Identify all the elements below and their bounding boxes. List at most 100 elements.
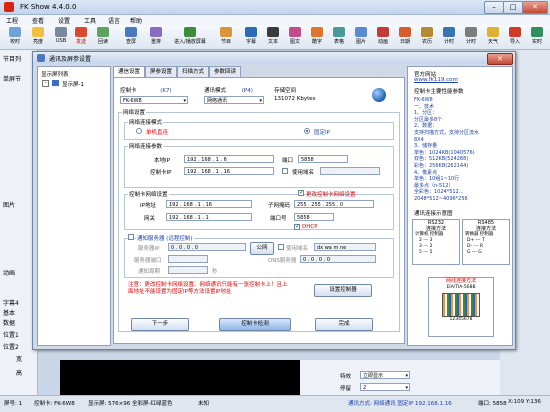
toolbar: 校时 亮度 USB 发送 回读 查屏 重排 进入/播放屏幕 节目 字幕 文本 图…: [0, 25, 550, 50]
toolbar-subtitle[interactable]: 字幕: [240, 27, 262, 47]
server-port-field[interactable]: [168, 255, 208, 263]
card-select[interactable]: FK-6W8: [120, 96, 188, 105]
toolbar-import[interactable]: 导入: [504, 27, 526, 47]
info-lines: FK-6W8 一、技术 1、分区： 分区最多8个 2、数据： 支持扫描方式，支持…: [414, 97, 510, 203]
server-ip-label: 服务器IP: [138, 246, 160, 252]
toolbar-image-text[interactable]: 图文: [284, 27, 306, 47]
left-label-animation: 动画: [3, 270, 16, 277]
tree-expand-icon[interactable]: -: [42, 80, 49, 87]
toolbar-table[interactable]: 表格: [328, 27, 350, 47]
effect-select[interactable]: 立即显示: [360, 371, 410, 380]
toolbar-send[interactable]: 发送: [70, 27, 92, 47]
lunar-icon: [421, 27, 433, 37]
remote-checkbox[interactable]: [128, 234, 134, 240]
next-button[interactable]: 下一步: [131, 318, 189, 331]
use-domain2-checkbox[interactable]: [278, 244, 284, 250]
fixed-ip-radio[interactable]: [304, 128, 310, 134]
left-label-position2: 位置2: [3, 344, 19, 351]
rs232-title: RS232 连接方法: [425, 220, 446, 232]
set-controller-button[interactable]: 设置控制器: [314, 284, 372, 297]
maximize-button[interactable]: □: [503, 1, 523, 14]
bulb-icon: [32, 27, 44, 37]
gateway-field[interactable]: 192 . 168 . 1 . 1: [166, 213, 252, 221]
comm-settings-dialog: 通讯及屏参设置 ✕ 显示屏列表 - 显示屏-1 通信设置 屏参设置 扫描方式 参…: [32, 51, 516, 350]
app-icon: [4, 2, 14, 12]
menu-view[interactable]: 查看: [32, 16, 44, 25]
toolbar-usb[interactable]: USB: [50, 27, 72, 47]
toolbar-readback[interactable]: 回读: [92, 27, 114, 47]
tree-item-screen-1[interactable]: 显示屏-1: [62, 80, 84, 88]
toolbar-counter[interactable]: 计时: [460, 27, 482, 47]
port-field[interactable]: 5858: [298, 155, 348, 163]
info-line: 彩色：256KB(262144): [414, 162, 469, 169]
toolbar-realtime[interactable]: 实时: [526, 27, 548, 47]
minimize-button[interactable]: –: [484, 1, 504, 14]
toolbar-picture[interactable]: 图片: [350, 27, 372, 47]
menu-language[interactable]: 语言: [108, 16, 120, 25]
done-button[interactable]: 完成: [315, 318, 373, 331]
toolbar-cool-font[interactable]: 酷字: [306, 27, 328, 47]
toolbar-enter-play[interactable]: 进入/播放屏幕: [172, 27, 208, 47]
toolbar-weather[interactable]: 天气: [482, 27, 504, 47]
left-label-width: 宽: [16, 356, 23, 363]
play-icon: [184, 27, 196, 37]
tab-scan-mode[interactable]: 扫描方式: [177, 66, 209, 77]
info-line: 2048*512~4096*256: [414, 195, 468, 202]
port-label: 端口: [282, 158, 294, 164]
info-line: 2、数据：: [414, 123, 438, 130]
toolbar-program[interactable]: 节目: [215, 27, 237, 47]
port2-label: 端口号: [270, 216, 287, 222]
info-line: 单色：10组1~10行: [414, 176, 460, 183]
dhcp-checkbox[interactable]: [294, 223, 300, 230]
mask-label: 子网掩码: [268, 203, 291, 209]
toolbar-animation[interactable]: 动画: [372, 27, 394, 47]
screen-tree: 显示屏列表 - 显示屏-1: [37, 66, 111, 346]
toolbar-check-screen[interactable]: 查屏: [120, 27, 142, 47]
menu-help[interactable]: 帮助: [130, 16, 142, 25]
stopwatch-icon: [465, 27, 477, 37]
usb-icon: [55, 27, 67, 37]
info-url[interactable]: www.fk119.com: [414, 77, 458, 83]
close-button[interactable]: ✕: [522, 1, 548, 14]
server-ip-field[interactable]: 0 . 0 . 0 . 0: [168, 243, 246, 251]
public-button[interactable]: 公网: [250, 242, 274, 255]
toolbar-rearrange[interactable]: 重排: [145, 27, 167, 47]
tab-param-readback[interactable]: 参数回读: [209, 66, 241, 77]
toolbar-lunar[interactable]: 农历: [416, 27, 438, 47]
local-ip-field[interactable]: 192 . 168 . 1 . 6: [184, 155, 274, 163]
warning-text: 注意：更改控制卡网络设置、网络通讯只能有一张控制卡上！且上面地址不能设置为固定I…: [128, 282, 288, 295]
toolbar-date[interactable]: 日期: [394, 27, 416, 47]
rs485-box: RS485 连接方法 转换器 控制器 D+ --- T D- --- R G -…: [462, 219, 510, 265]
comm-settings-panel: 控制卡 (K7) FK-6W8 通讯模式 (P4) 网络通讯 存储空间 1310…: [113, 77, 405, 344]
toolbar-brightness[interactable]: 亮度: [27, 27, 49, 47]
dialog-close-button[interactable]: ✕: [487, 53, 513, 65]
tab-screen-params[interactable]: 屏参设置: [145, 66, 177, 77]
status-port: 端口: 5858: [478, 401, 507, 407]
change-net-checkbox[interactable]: [298, 189, 304, 196]
domain-field[interactable]: [320, 167, 380, 175]
menu-tools[interactable]: 工具: [84, 16, 96, 25]
mask-field[interactable]: 255 . 255 . 255 . 0: [294, 200, 374, 208]
dhcp-label: DHCP: [302, 224, 318, 230]
card-ip-field[interactable]: 192 . 168 . 1 . 16: [184, 167, 274, 175]
info-pane: 官方网站 www.fk119.com 控制卡主要性能参数 FK-6W8 一、技术…: [407, 66, 513, 346]
comm-mode-select[interactable]: 网络通讯: [204, 96, 264, 105]
port2-field[interactable]: 5858: [294, 213, 334, 221]
stay-select[interactable]: 2: [360, 383, 410, 392]
use-domain-checkbox[interactable]: [282, 168, 288, 174]
toolbar-text[interactable]: 文本: [262, 27, 284, 47]
toolbar-timer[interactable]: 计时: [438, 27, 460, 47]
single-direct-radio[interactable]: [136, 128, 142, 134]
ip-field[interactable]: 192 . 168 . 1 . 16: [166, 200, 252, 208]
detect-card-button[interactable]: 控制卡检测: [219, 318, 291, 331]
timer-icon: [443, 27, 455, 37]
dns-label: DNS服务器: [268, 258, 297, 264]
dns-field[interactable]: 0 . 0 . 0 . 0: [300, 255, 376, 263]
notify-field[interactable]: [168, 266, 208, 274]
domain2-field[interactable]: dx wa m ne: [314, 243, 376, 251]
menu-project[interactable]: 工程: [6, 16, 18, 25]
toolbar-calibrate-time[interactable]: 校时: [4, 27, 26, 47]
rs485-title: RS485 连接方法: [475, 220, 496, 232]
card-ip-label: 控制卡IP: [150, 170, 172, 176]
menu-settings[interactable]: 设置: [58, 16, 70, 25]
